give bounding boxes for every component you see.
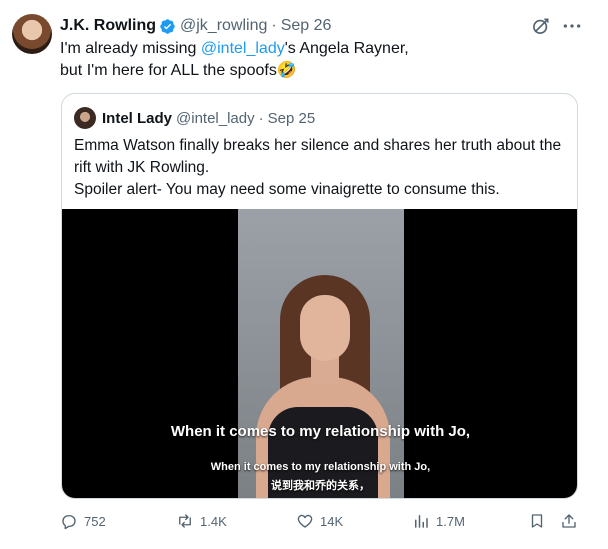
- grok-icon[interactable]: [531, 16, 551, 36]
- separator-dot: ·: [271, 17, 277, 34]
- tweet-text-part: 's Angela Rayner,: [284, 40, 409, 57]
- quote-author-name[interactable]: Intel Lady: [102, 110, 172, 127]
- like-icon: [297, 514, 313, 528]
- mention-link[interactable]: @intel_lady: [201, 40, 285, 57]
- tweet-text-line: but I'm here for ALL the spoofs🤣: [60, 62, 297, 79]
- quote-author-handle[interactable]: @intel_lady: [176, 110, 255, 127]
- like-button[interactable]: 14K: [296, 512, 343, 530]
- video-player[interactable]: When it comes to my relationship with Jo…: [62, 209, 577, 498]
- action-bar: 752 1.4K 14K 1.7M: [0, 508, 608, 536]
- video-subtitle-small: When it comes to my relationship with Jo…: [210, 461, 431, 473]
- tweet-text: I'm already missing @intel_lady's Angela…: [60, 38, 580, 82]
- views-icon: [415, 515, 428, 528]
- quote-text-line: Spoiler alert- You may need some vinaigr…: [74, 181, 500, 198]
- more-icon[interactable]: [562, 17, 582, 35]
- author-handle[interactable]: @jk_rowling: [180, 17, 267, 35]
- reply-count: 752: [84, 513, 106, 529]
- like-count: 14K: [320, 513, 344, 529]
- tweet-date[interactable]: Sep 26: [281, 17, 332, 35]
- view-count: 1.7M: [436, 513, 465, 529]
- tweet[interactable]: J.K. Rowling @jk_rowling · Sep 26 I'm al…: [0, 0, 608, 549]
- share-button[interactable]: [560, 512, 584, 530]
- repost-button[interactable]: 1.4K: [176, 512, 227, 530]
- separator-dot: ·: [258, 109, 264, 127]
- reply-icon: [62, 515, 76, 530]
- quote-text-line: Emma Watson finally breaks her silence a…: [74, 137, 562, 154]
- repost-icon: [179, 514, 191, 528]
- tweet-header: J.K. Rowling @jk_rowling · Sep 26: [60, 14, 588, 38]
- share-icon: [562, 514, 576, 528]
- quote-date[interactable]: Sep 25: [268, 110, 316, 127]
- quote-avatar[interactable]: [74, 107, 96, 129]
- author-name[interactable]: J.K. Rowling: [60, 17, 156, 35]
- quote-text-line: rift with JK Rowling.: [74, 159, 210, 176]
- avatar[interactable]: [12, 14, 52, 54]
- quote-header: Intel Lady @intel_lady · Sep 25: [74, 107, 315, 129]
- video-frame: [238, 209, 404, 498]
- repost-count: 1.4K: [200, 513, 227, 529]
- quoted-tweet[interactable]: Intel Lady @intel_lady · Sep 25 Emma Wat…: [61, 93, 578, 499]
- views-button[interactable]: 1.7M: [412, 512, 465, 530]
- person-face: [300, 295, 350, 361]
- tweet-text-part: I'm already missing: [60, 40, 201, 57]
- video-subtitle: When it comes to my relationship with Jo…: [170, 423, 471, 440]
- bookmark-button[interactable]: [528, 512, 552, 530]
- video-subtitle-chinese: 说到我和乔的关系，: [271, 480, 370, 492]
- quote-text: Emma Watson finally breaks her silence a…: [74, 135, 570, 201]
- bookmark-icon: [531, 514, 543, 528]
- verified-badge-icon: [159, 18, 176, 35]
- reply-button[interactable]: 752: [60, 512, 106, 530]
